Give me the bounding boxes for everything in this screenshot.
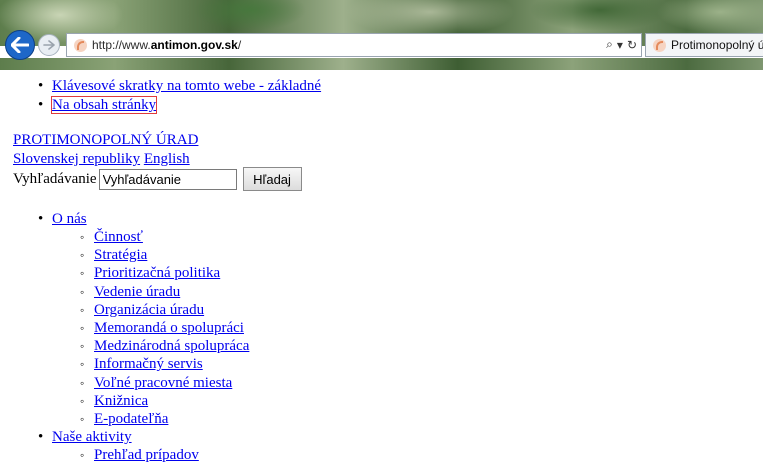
- skip-link-item: Na obsah stránky: [38, 96, 321, 115]
- forward-button[interactable]: [38, 34, 60, 56]
- forward-arrow-icon: [43, 40, 55, 50]
- submenu-item: Memorandá o spolupráci: [80, 319, 249, 337]
- submenu-link-volne-pracovne-miesta[interactable]: Voľné pracovné miesta: [94, 375, 232, 391]
- submenu-item: Prioritizačná politika: [80, 264, 249, 282]
- submenu-link-e-podatelna[interactable]: E-podateľňa: [94, 411, 168, 427]
- brand-title-link[interactable]: PROTIMONOPOLNÝ ÚRAD: [13, 132, 198, 148]
- back-arrow-icon: [11, 37, 29, 53]
- nav-link-o-nas[interactable]: O nás: [52, 211, 87, 227]
- skip-to-content-link[interactable]: Na obsah stránky: [50, 96, 158, 114]
- submenu-o-nas: Činnosť Stratégia Prioritizačná politika…: [80, 228, 249, 428]
- submenu-link-strategia[interactable]: Stratégia: [94, 247, 147, 263]
- nav-item-nase-aktivity: Naše aktivity Prehľad prípadov: [38, 428, 249, 464]
- nav-link-nase-aktivity[interactable]: Naše aktivity: [52, 429, 132, 445]
- main-navigation: O nás Činnosť Stratégia Prioritizačná po…: [38, 210, 249, 464]
- submenu-link-prioritizacna-politika[interactable]: Prioritizačná politika: [94, 265, 220, 281]
- submenu-item: Stratégia: [80, 246, 249, 264]
- submenu-link-memoranda[interactable]: Memorandá o spolupráci: [94, 320, 244, 336]
- keyboard-shortcuts-link[interactable]: Klávesové skratky na tomto webe - základ…: [52, 78, 321, 94]
- submenu-item: Organizácia úradu: [80, 301, 249, 319]
- submenu-link-kniznica[interactable]: Knižnica: [94, 393, 148, 409]
- submenu-item: Prehľad prípadov: [80, 446, 249, 464]
- browser-tab[interactable]: Protimonopolný ú: [645, 33, 763, 57]
- submenu-item: Vedenie úradu: [80, 283, 249, 301]
- submenu-item: Informačný servis: [80, 355, 249, 373]
- submenu-link-informacny-servis[interactable]: Informačný servis: [94, 356, 203, 372]
- tab-favicon-icon: [653, 38, 666, 52]
- search-button[interactable]: Hľadaj: [242, 167, 302, 191]
- submenu-item: Činnosť: [80, 228, 249, 246]
- submenu-link-medzinarodna-spolupraca[interactable]: Medzinárodná spolupráca: [94, 338, 249, 354]
- submenu-item: Medzinárodná spolupráca: [80, 337, 249, 355]
- site-brand: PROTIMONOPOLNÝ ÚRAD Slovenskej republiky…: [13, 131, 198, 169]
- nav-item-o-nas: O nás Činnosť Stratégia Prioritizačná po…: [38, 210, 249, 428]
- search-icon[interactable]: ⌕: [606, 37, 613, 52]
- address-bar[interactable]: http://www.antimon.gov.sk/ ⌕ ▾ ↻: [66, 33, 642, 57]
- skip-links: Klávesové skratky na tomto webe - základ…: [38, 77, 321, 115]
- submenu-item: Voľné pracovné miesta: [80, 374, 249, 392]
- skip-link-item: Klávesové skratky na tomto webe - základ…: [38, 77, 321, 96]
- search-input[interactable]: [98, 168, 237, 190]
- english-language-link[interactable]: English: [144, 151, 190, 167]
- submenu-nase-aktivity: Prehľad prípadov: [80, 446, 249, 464]
- search-form: Vyhľadávanie Hľadaj: [13, 167, 302, 191]
- submenu-link-cinnost[interactable]: Činnosť: [94, 229, 143, 245]
- search-label: Vyhľadávanie: [13, 171, 97, 187]
- back-button[interactable]: [5, 30, 35, 60]
- submenu-link-vedenie-uradu[interactable]: Vedenie úradu: [94, 284, 180, 300]
- brand-subtitle-link[interactable]: Slovenskej republiky: [13, 151, 140, 167]
- submenu-link-organizacia-uradu[interactable]: Organizácia úradu: [94, 302, 204, 318]
- dropdown-icon[interactable]: ▾: [617, 38, 623, 52]
- refresh-icon[interactable]: ↻: [627, 38, 637, 52]
- submenu-item: E-podateľňa: [80, 410, 249, 428]
- address-tools: ⌕ ▾ ↻: [606, 37, 637, 52]
- address-url[interactable]: http://www.antimon.gov.sk/: [92, 38, 241, 52]
- site-favicon-icon: [74, 38, 87, 52]
- submenu-item: Knižnica: [80, 392, 249, 410]
- tab-title: Protimonopolný ú: [671, 38, 763, 52]
- submenu-link-prehlad-pripadov[interactable]: Prehľad prípadov: [94, 447, 199, 463]
